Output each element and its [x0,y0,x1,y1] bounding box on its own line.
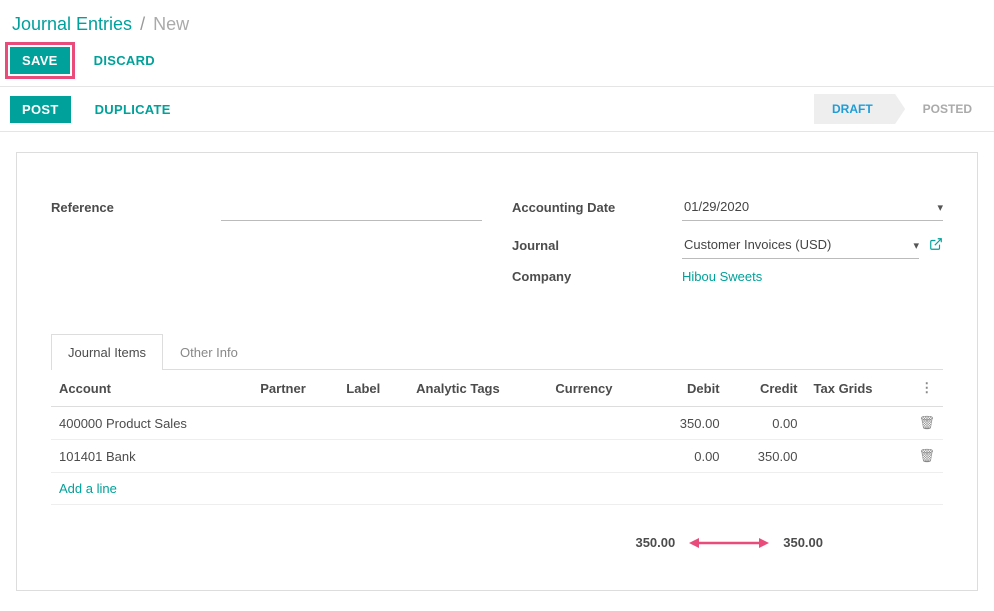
discard-button[interactable]: DISCARD [82,47,167,74]
cell-tax[interactable] [806,440,911,473]
add-line-link[interactable]: Add a line [59,481,117,496]
breadcrumb-root[interactable]: Journal Entries [12,14,132,34]
arrow-icon [689,537,769,549]
post-button[interactable]: POST [10,96,71,123]
save-button[interactable]: SAVE [10,47,70,74]
col-currency[interactable]: Currency [547,370,649,407]
more-icon: ⋮ [920,380,933,395]
trash-icon[interactable]: 🗑 [918,415,935,430]
form-sheet: Reference Accounting Date ▾ Journal ▾ [16,152,978,591]
col-partner[interactable]: Partner [252,370,338,407]
duplicate-button[interactable]: DUPLICATE [83,96,183,123]
cell-label[interactable] [338,440,408,473]
cell-currency[interactable] [547,407,649,440]
tab-other-info[interactable]: Other Info [163,334,255,370]
cell-partner[interactable] [252,440,338,473]
table-row[interactable]: 101401 Bank 0.00 350.00 🗑 [51,440,943,473]
col-actions[interactable]: ⋮ [910,370,943,407]
col-credit[interactable]: Credit [728,370,806,407]
col-analytic[interactable]: Analytic Tags [408,370,547,407]
status-draft[interactable]: DRAFT [814,94,895,124]
accounting-date-input[interactable] [682,193,943,221]
reference-label: Reference [51,200,221,215]
cell-partner[interactable] [252,407,338,440]
cell-account[interactable]: 400000 Product Sales [51,407,252,440]
journal-input[interactable] [682,231,919,259]
toolbar-secondary: POST DUPLICATE DRAFT POSTED [0,86,994,132]
add-line-row: Add a line [51,473,943,505]
breadcrumb-sep: / [140,14,145,34]
totals: 350.00 350.00 [51,505,943,570]
breadcrumb: Journal Entries / New [0,0,994,47]
breadcrumb-current: New [153,14,189,34]
status-bar: DRAFT POSTED [814,94,994,124]
accounting-date-label: Accounting Date [512,200,682,215]
trash-icon[interactable]: 🗑 [918,448,935,463]
cell-debit[interactable]: 350.00 [650,407,728,440]
company-value[interactable]: Hibou Sweets [682,269,762,284]
cell-tax[interactable] [806,407,911,440]
total-credit: 350.00 [783,535,823,550]
col-debit[interactable]: Debit [650,370,728,407]
col-account[interactable]: Account [51,370,252,407]
company-label: Company [512,269,682,284]
cell-debit[interactable]: 0.00 [650,440,728,473]
col-tax[interactable]: Tax Grids [806,370,911,407]
tabs: Journal Items Other Info [51,334,943,370]
table-row[interactable]: 400000 Product Sales 350.00 0.00 🗑 [51,407,943,440]
tab-journal-items[interactable]: Journal Items [51,334,163,370]
reference-input[interactable] [221,193,482,221]
journal-label: Journal [512,238,682,253]
cell-account[interactable]: 101401 Bank [51,440,252,473]
toolbar-primary: SAVE DISCARD [0,47,994,86]
col-label[interactable]: Label [338,370,408,407]
cell-analytic[interactable] [408,407,547,440]
status-posted[interactable]: POSTED [895,94,994,124]
cell-label[interactable] [338,407,408,440]
journal-items-table: Account Partner Label Analytic Tags Curr… [51,370,943,505]
cell-currency[interactable] [547,440,649,473]
cell-credit[interactable]: 350.00 [728,440,806,473]
cell-credit[interactable]: 0.00 [728,407,806,440]
external-link-icon[interactable] [929,237,943,254]
total-debit: 350.00 [635,535,675,550]
cell-analytic[interactable] [408,440,547,473]
